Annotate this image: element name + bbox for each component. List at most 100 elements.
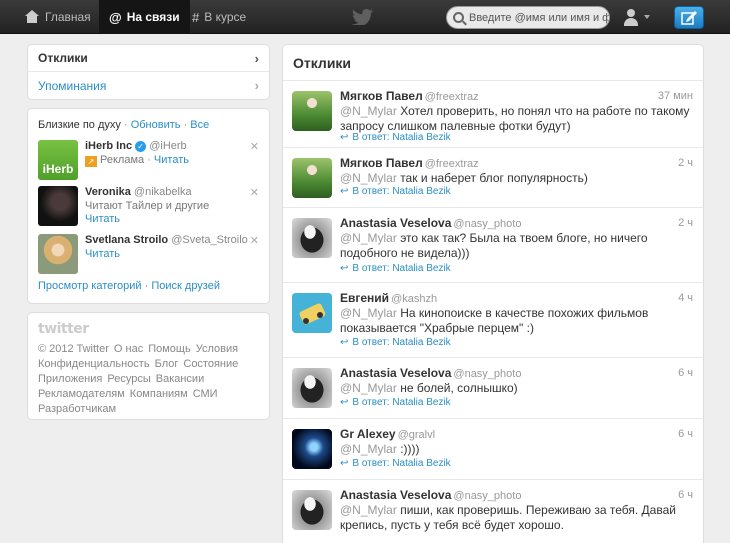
tweet-timestamp[interactable]: 37 мин (658, 90, 693, 102)
footer-link-privacy[interactable]: Конфиденциальность (38, 358, 150, 370)
suggestion-name-text[interactable]: Veronika (85, 186, 131, 198)
footer-link-media[interactable]: СМИ (193, 388, 218, 400)
tweet-timestamp[interactable]: 6 ч (678, 489, 693, 501)
avatar[interactable] (292, 158, 332, 198)
tweet-timestamp[interactable]: 2 ч (678, 157, 693, 169)
nav-connect[interactable]: @ На связи (99, 0, 190, 34)
suggestion-social-context: Читают Тайлер и другие (85, 200, 210, 212)
browse-categories-link[interactable]: Просмотр категорий (38, 280, 142, 292)
tweet-mention[interactable]: @N_Mylar (340, 231, 397, 245)
tweet-mention[interactable]: @N_Mylar (340, 104, 397, 118)
dismiss-icon[interactable]: ✕ (250, 234, 259, 247)
in-reply-to-link[interactable]: ↩ В ответ: Natalia Bezik (340, 263, 451, 274)
in-reply-to-link[interactable]: ↩ В ответ: Natalia Bezik (340, 397, 451, 408)
tweet-text: @N_Mylar это как так? Была на твоем блог… (340, 231, 693, 261)
avatar[interactable] (292, 429, 332, 469)
footer-link-advertisers[interactable]: Рекламодателям (38, 388, 125, 400)
tab-mentions[interactable]: Упоминания › (28, 72, 269, 99)
follow-link[interactable]: Читать (85, 213, 120, 225)
footer-link-terms[interactable]: Условия (196, 343, 238, 355)
tweet-author-handle[interactable]: @gralvl (398, 429, 435, 441)
interactions-stream: Отклики Мягков Павел @freextraz 37 мин @N… (282, 44, 704, 543)
user-menu-button[interactable] (622, 6, 658, 28)
avatar[interactable] (292, 368, 332, 408)
footer-link-businesses[interactable]: Компаниям (130, 388, 188, 400)
avatar[interactable] (292, 293, 332, 333)
footer-link-blog[interactable]: Блог (155, 358, 179, 370)
in-reply-to-link[interactable]: ↩ В ответ: Natalia Bezik (340, 186, 451, 197)
tweet-mention[interactable]: @N_Mylar (340, 381, 397, 395)
tweet-author-handle[interactable]: @nasy_photo (453, 368, 521, 380)
avatar[interactable] (38, 234, 78, 274)
avatar[interactable] (292, 91, 332, 131)
tweet-author-name[interactable]: Gr Alexey (340, 427, 396, 441)
wtf-all-link[interactable]: Все (190, 119, 209, 131)
dismiss-icon[interactable]: ✕ (250, 186, 259, 199)
footer-link-jobs[interactable]: Вакансии (156, 373, 205, 385)
footer-link-apps[interactable]: Приложения (38, 373, 102, 385)
in-reply-to-text: В ответ: Natalia Bezik (352, 263, 451, 274)
tweet-text: @N_Mylar :)))) (340, 442, 693, 457)
wtf-title: Близкие по духу (38, 119, 121, 131)
tweet-timestamp[interactable]: 6 ч (678, 367, 693, 379)
tweet-author-name[interactable]: Евгений (340, 291, 389, 305)
dismiss-icon[interactable]: ✕ (250, 140, 259, 153)
tweet-timestamp[interactable]: 2 ч (678, 217, 693, 229)
tweet-timestamp[interactable]: 4 ч (678, 292, 693, 304)
avatar[interactable] (38, 186, 78, 226)
tweet-body: :)))) (396, 442, 420, 456)
reply-arrow-icon: ↩ (340, 132, 349, 143)
twitter-bird-icon[interactable] (352, 9, 374, 27)
tweet-author-handle[interactable]: @nasy_photo (453, 218, 521, 230)
tweet-author-handle[interactable]: @nasy_photo (453, 490, 521, 502)
nav-home[interactable]: Главная (16, 0, 99, 34)
suggestion-handle: @Sveta_Stroilo (171, 234, 248, 246)
tweet-item[interactable]: Евгений @kashzh 4 ч @N_Mylar На кинопоиск… (283, 283, 703, 358)
footer-link-developers[interactable]: Разработчикам (38, 403, 116, 415)
avatar[interactable]: iHerb (38, 140, 78, 180)
tweet-item[interactable]: Мягков Павел @freextraz 2 ч @N_Mylar так … (283, 148, 703, 208)
avatar[interactable] (292, 490, 332, 530)
footer-link-about[interactable]: О нас (114, 343, 143, 355)
tweet-author-name[interactable]: Anastasia Veselova (340, 216, 451, 230)
tweet-author-name[interactable]: Anastasia Veselova (340, 488, 451, 502)
wtf-refresh-link[interactable]: Обновить (131, 119, 181, 131)
suggestion-name-text[interactable]: iHerb Inc (85, 140, 132, 152)
tweet-author-name[interactable]: Мягков Павел (340, 156, 423, 170)
in-reply-to-link[interactable]: ↩ В ответ: Natalia Bezik (340, 132, 451, 143)
tweet-mention[interactable]: @N_Mylar (340, 306, 397, 320)
follow-link[interactable]: Читать (154, 154, 189, 166)
tweet-item[interactable]: Мягков Павел @freextraz 37 мин @N_Mylar Х… (283, 81, 703, 148)
follow-link[interactable]: Читать (85, 248, 120, 260)
find-friends-link[interactable]: Поиск друзей (151, 280, 220, 292)
footer-link-status[interactable]: Состояние (183, 358, 238, 370)
tab-interactions[interactable]: Отклики › (28, 45, 269, 72)
cartoon-avatar-image (292, 293, 332, 333)
tweet-author-handle[interactable]: @freextraz (425, 158, 479, 170)
home-icon (24, 10, 40, 24)
tweet-author-name[interactable]: Anastasia Veselova (340, 366, 451, 380)
tweet-mention[interactable]: @N_Mylar (340, 503, 397, 517)
tweet-timestamp[interactable]: 6 ч (678, 428, 693, 440)
tweet-item[interactable]: Anastasia Veselova @nasy_photo 6 ч @N_Myl… (283, 480, 703, 543)
footer-link-help[interactable]: Помощь (148, 343, 191, 355)
in-reply-to-link[interactable]: ↩ В ответ: Natalia Bezik (340, 337, 451, 348)
in-reply-to-link[interactable]: ↩ В ответ: Natalia Bezik (340, 458, 451, 469)
tweet-text: @N_Mylar не болей, солнышко) (340, 381, 693, 396)
footer-link-resources[interactable]: Ресурсы (107, 373, 150, 385)
tweet-item[interactable]: Anastasia Veselova @nasy_photo 2 ч @N_Myl… (283, 208, 703, 283)
wtf-header: Близкие по духу · Обновить · Все (38, 119, 210, 131)
search-input[interactable] (469, 11, 609, 24)
tweet-author-handle[interactable]: @kashzh (391, 293, 437, 305)
suggestion-name-text[interactable]: Svetlana Stroilo (85, 234, 168, 246)
nav-discover[interactable]: # В курсе (184, 0, 254, 34)
compose-tweet-button[interactable] (674, 6, 704, 29)
tweet-author-handle[interactable]: @freextraz (425, 91, 479, 103)
tweet-item[interactable]: Anastasia Veselova @nasy_photo 6 ч @N_Myl… (283, 358, 703, 419)
tweet-author-name[interactable]: Мягков Павел (340, 89, 423, 103)
avatar[interactable] (292, 218, 332, 258)
search-box[interactable] (446, 6, 610, 29)
tweet-mention[interactable]: @N_Mylar (340, 442, 397, 456)
tweet-mention[interactable]: @N_Mylar (340, 171, 397, 185)
tweet-item[interactable]: Gr Alexey @gralvl 6 ч @N_Mylar :)))) ↩ В о… (283, 419, 703, 480)
